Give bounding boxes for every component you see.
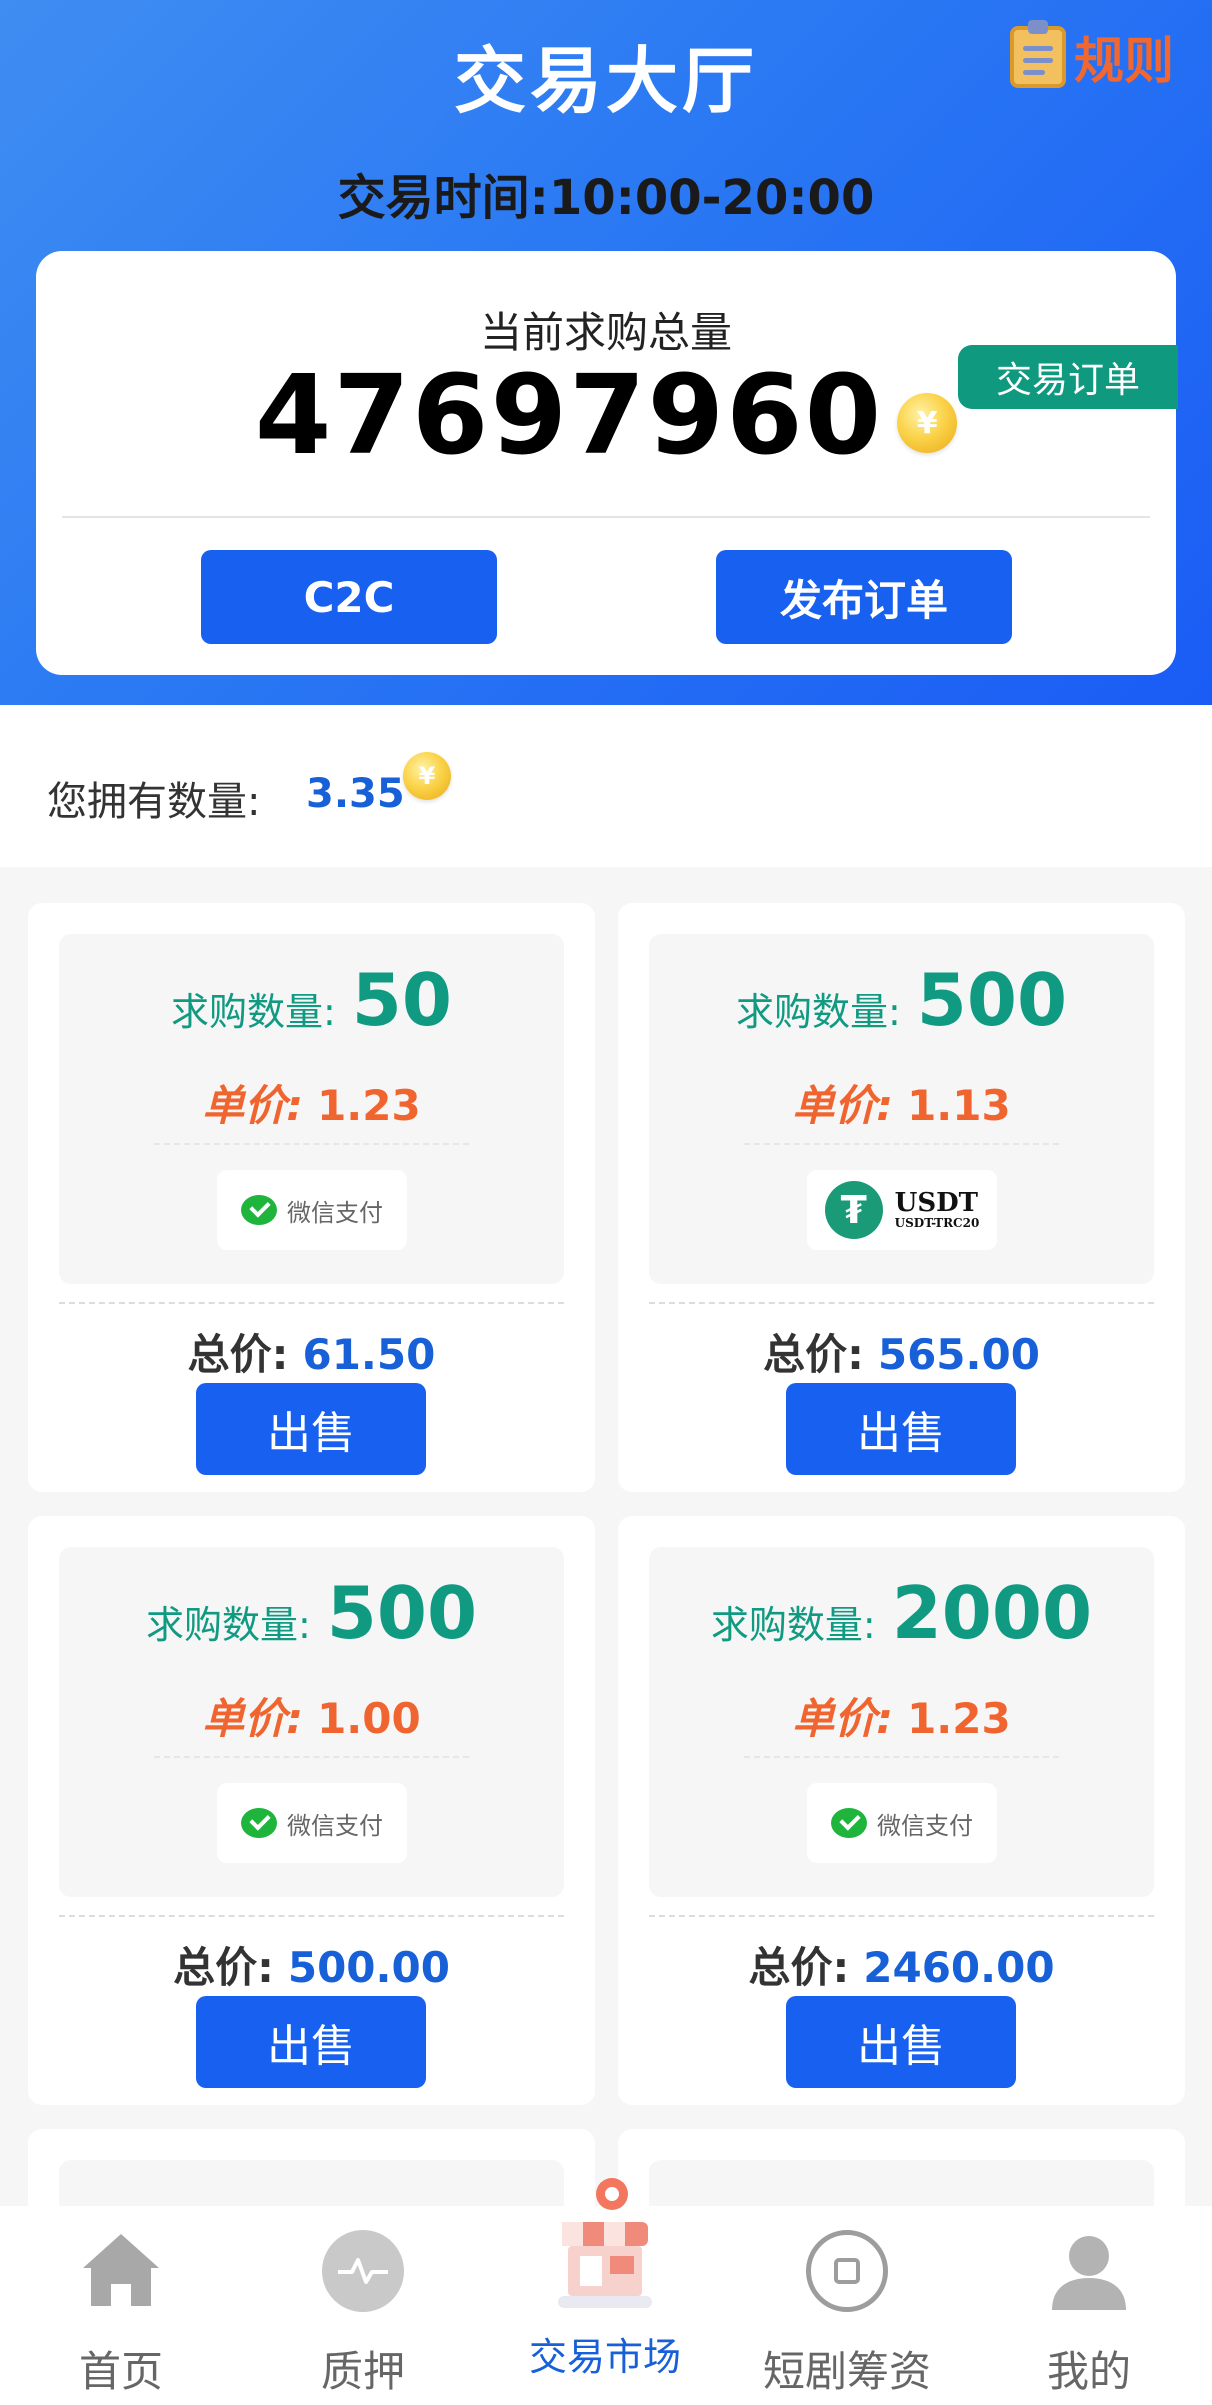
qty-label: 求购数量: — [735, 990, 901, 1034]
buy-order-card: 求购数量: 500 单价: 1.00 微信支付 总价: 500.00 出售 — [28, 1516, 595, 2105]
user-icon — [1052, 2236, 1126, 2310]
divider — [59, 1302, 564, 1304]
square-circle-icon — [806, 2230, 888, 2312]
clipboard-icon — [1010, 20, 1066, 88]
payment-label: 微信支付 — [287, 1198, 383, 1227]
nav-label: 首页 — [78, 2347, 163, 2396]
divider — [62, 516, 1150, 518]
buy-order-card: 求购数量: 500 单价: 1.13 ₮ USDT USDT-TRC20 总价:… — [618, 903, 1185, 1492]
home-icon — [83, 2234, 159, 2306]
sell-button[interactable]: 出售 — [196, 1383, 426, 1475]
c2c-button[interactable]: C2C — [201, 550, 497, 644]
card-info: 求购数量: 50 单价: 1.23 微信支付 — [59, 934, 564, 1284]
total-label: 总价: — [748, 1943, 850, 1992]
nav-item-pledge[interactable]: 质押 — [242, 2206, 484, 2405]
nav-label: 交易市场 — [528, 2335, 681, 2379]
nav-label: 短剧筹资 — [762, 2347, 931, 2396]
wechat-pay-icon — [241, 1195, 277, 1225]
payment-label: USDT — [894, 1188, 979, 1219]
card-info: 求购数量: 2000 单价: 1.23 微信支付 — [649, 1547, 1154, 1897]
nav-label: 我的 — [1046, 2347, 1131, 2396]
nav-item-mine[interactable]: 我的 — [968, 2206, 1210, 2405]
card-info: 求购数量: 500 单价: 1.13 ₮ USDT USDT-TRC20 — [649, 934, 1154, 1284]
payment-method-badge: 微信支付 — [217, 1170, 407, 1250]
total-label: 总价: — [173, 1943, 274, 1992]
price-value: 1.23 — [907, 1694, 1011, 1743]
card-info: 求购数量: 500 单价: 1.00 微信支付 — [59, 1547, 564, 1897]
payment-label: 微信支付 — [287, 1811, 383, 1840]
total-value: 500.00 — [287, 1943, 450, 1992]
header-banner: 交易大厅 规则 交易时间:10:00-20:00 当前求购总量 47697960… — [0, 0, 1212, 705]
divider — [649, 1915, 1154, 1917]
divider — [744, 1143, 1059, 1145]
nav-item-home[interactable]: 首页 — [0, 2206, 242, 2405]
sell-button[interactable]: 出售 — [786, 1383, 1016, 1475]
trade-time: 交易时间:10:00-20:00 — [337, 170, 875, 226]
qty-value: 2000 — [891, 1571, 1093, 1655]
qty-label: 求购数量: — [710, 1603, 876, 1647]
qty-value: 50 — [351, 958, 452, 1042]
payment-network: USDT-TRC20 — [894, 1216, 980, 1231]
owned-value: 3.35 — [306, 771, 405, 817]
qty-value: 500 — [326, 1571, 478, 1655]
trade-orders-button[interactable]: 交易订单 — [958, 345, 1178, 409]
coin-icon: ¥ — [897, 393, 958, 453]
payment-method-badge: ₮ USDT USDT-TRC20 — [807, 1170, 997, 1250]
qty-value: 500 — [916, 958, 1068, 1042]
rules-label: 规则 — [1074, 32, 1174, 90]
owned-row: 您拥有数量: 3.35 ¥ — [0, 705, 1212, 867]
wechat-pay-icon — [831, 1808, 867, 1838]
market-stall-icon — [558, 2178, 652, 2308]
qty-label: 求购数量: — [170, 990, 336, 1034]
publish-order-button[interactable]: 发布订单 — [716, 550, 1012, 644]
summary-card: 当前求购总量 47697960 ¥ 交易订单 C2C 发布订单 — [36, 251, 1178, 675]
rules-link[interactable]: 规则 — [1010, 20, 1174, 90]
price-label: 单价: — [202, 1694, 304, 1743]
price-label: 单价: — [792, 1694, 894, 1743]
price-label: 单价: — [792, 1081, 894, 1130]
payment-method-badge: 微信支付 — [217, 1783, 407, 1863]
tether-icon: ₮ — [824, 1181, 883, 1239]
total-demand-value: 47697960 — [254, 351, 884, 479]
nav-item-market[interactable]: 交易市场 — [484, 2178, 726, 2405]
sell-button[interactable]: 出售 — [196, 1996, 426, 2088]
divider — [649, 1302, 1154, 1304]
total-value: 2460.00 — [863, 1943, 1055, 1992]
total-value: 565.00 — [877, 1330, 1040, 1379]
total-value: 61.50 — [302, 1330, 436, 1379]
owned-label: 您拥有数量: — [47, 779, 261, 825]
buy-order-card: 求购数量: 50 单价: 1.23 微信支付 总价: 61.50 出售 — [28, 903, 595, 1492]
divider — [154, 1143, 469, 1145]
buy-order-card: 求购数量: 2000 单价: 1.23 微信支付 总价: 2460.00 出售 — [618, 1516, 1185, 2105]
pulse-icon — [322, 2230, 404, 2312]
qty-label: 求购数量: — [145, 1603, 311, 1647]
price-label: 单价: — [202, 1081, 304, 1130]
price-value: 1.13 — [907, 1081, 1011, 1130]
divider — [154, 1756, 469, 1758]
price-value: 1.23 — [317, 1081, 421, 1130]
nav-item-drama-funding[interactable]: 短剧筹资 — [726, 2206, 968, 2405]
wechat-pay-icon — [241, 1808, 277, 1838]
payment-method-badge: 微信支付 — [807, 1783, 997, 1863]
coin-icon: ¥ — [403, 752, 451, 800]
price-value: 1.00 — [317, 1694, 421, 1743]
total-label: 总价: — [187, 1330, 289, 1379]
payment-label: 微信支付 — [877, 1811, 973, 1840]
bottom-navigation: 首页 质押 交易市场 短剧筹资 我的 — [0, 2178, 1212, 2405]
divider — [744, 1756, 1059, 1758]
total-label: 总价: — [763, 1330, 864, 1379]
nav-label: 质押 — [320, 2347, 405, 2396]
sell-button[interactable]: 出售 — [786, 1996, 1016, 2088]
divider — [59, 1915, 564, 1917]
